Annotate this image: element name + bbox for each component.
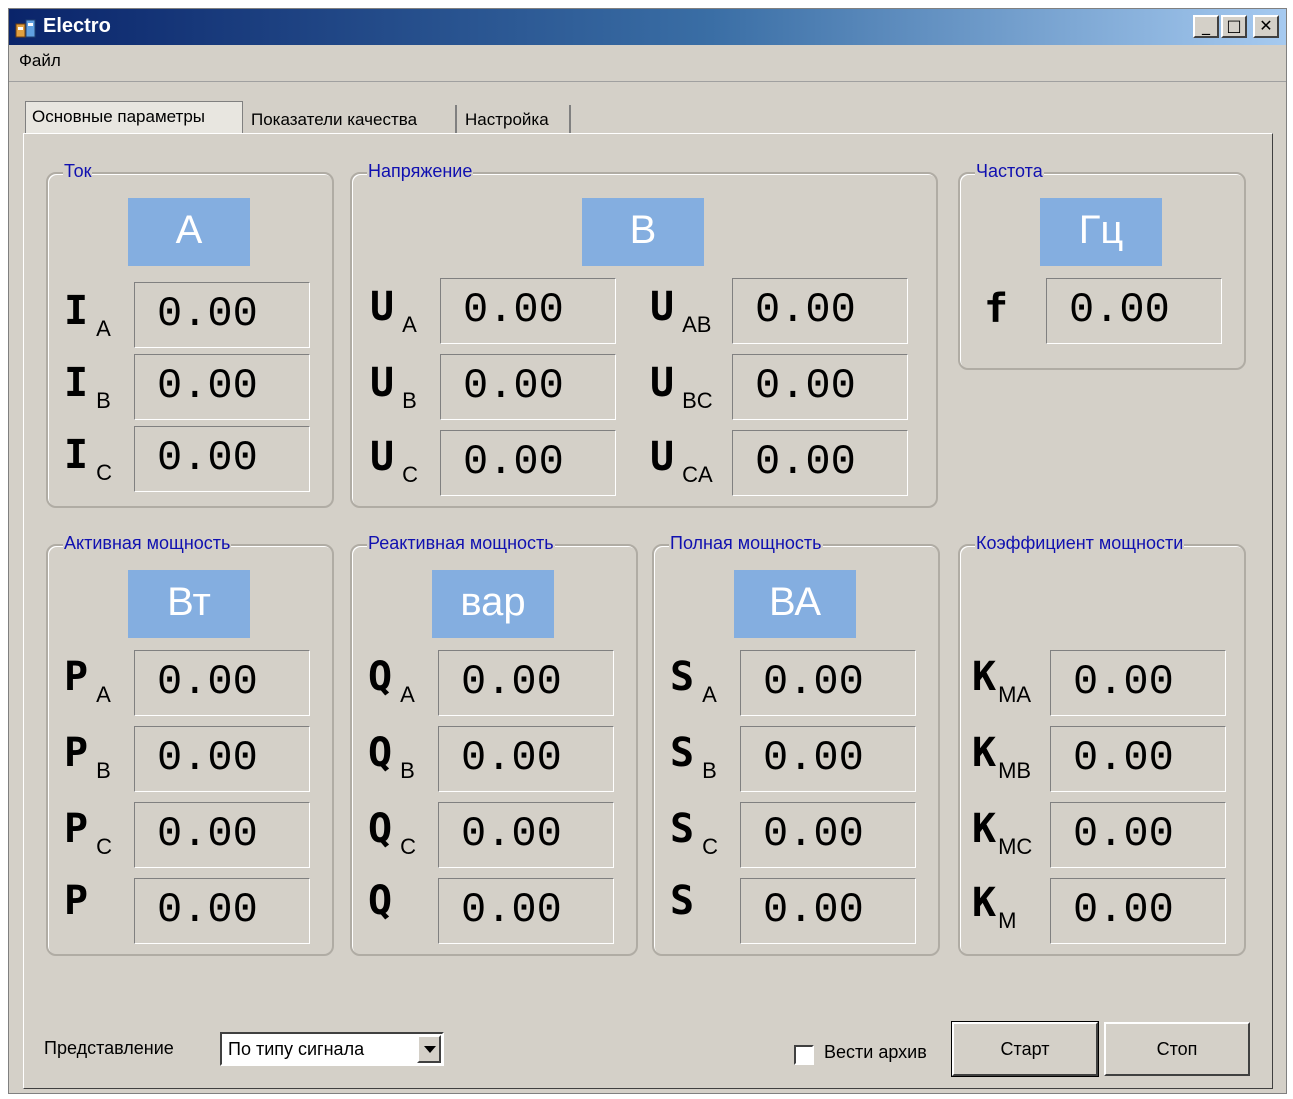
tab-page: Ток А IA 0.00 IB 0.00 IC 0.00 Напряжение…	[23, 133, 1273, 1089]
unit-label: вар	[432, 570, 554, 638]
group-current: Ток А IA 0.00 IB 0.00 IC 0.00	[46, 161, 334, 508]
tab-main-params[interactable]: Основные параметры	[25, 101, 243, 135]
group-title: Ток	[63, 161, 93, 182]
value-field: 0.00	[438, 726, 614, 792]
value-field: 0.00	[438, 650, 614, 716]
param-label: KM	[972, 880, 1017, 933]
value-field: 0.00	[1050, 878, 1226, 944]
value-field: 0.00	[134, 282, 310, 348]
archive-checkbox[interactable]	[794, 1045, 814, 1065]
param-label: Q	[368, 878, 393, 924]
value-field: 0.00	[134, 878, 310, 944]
param-label: S	[670, 878, 695, 924]
value-field: 0.00	[732, 430, 908, 496]
value-field: 0.00	[134, 354, 310, 420]
group-title: Коэффициент мощности	[975, 533, 1185, 554]
value-field: 0.00	[1046, 278, 1222, 344]
chevron-down-icon[interactable]	[417, 1035, 441, 1063]
param-label: UA	[370, 284, 417, 337]
value-field: 0.00	[134, 426, 310, 492]
param-label: PA	[64, 654, 111, 707]
archive-label: Вести архив	[824, 1042, 927, 1062]
start-button[interactable]: Старт	[951, 1021, 1099, 1077]
value-field: 0.00	[740, 802, 916, 868]
stop-button[interactable]: Стоп	[1104, 1022, 1250, 1076]
view-label: Представление	[44, 1038, 174, 1058]
value-field: 0.00	[740, 650, 916, 716]
value-field: 0.00	[732, 278, 908, 344]
tab-settings[interactable]: Настройка	[459, 105, 571, 133]
main-window: Electro _ □ ✕ Файл Основные параметры По…	[8, 8, 1287, 1094]
value-field: 0.00	[134, 802, 310, 868]
group-full-power: Полная мощность ВА SA 0.00 SB 0.00 SC 0.…	[652, 533, 940, 956]
window-title: Electro	[43, 15, 111, 37]
group-power-factor: Коэффициент мощности KMA 0.00 KMB 0.00 K…	[958, 533, 1246, 956]
group-title: Реактивная мощность	[367, 533, 555, 554]
param-label: U AB	[650, 284, 712, 337]
group-active-power: Активная мощность Вт PA 0.00 PB 0.00 PC …	[46, 533, 334, 956]
group-frequency: Частота Гц f 0.00	[958, 161, 1246, 370]
param-label: U CA	[650, 434, 713, 487]
param-label: SC	[670, 806, 718, 859]
value-field: 0.00	[732, 354, 908, 420]
value-field: 0.00	[440, 430, 616, 496]
unit-label: Гц	[1040, 198, 1162, 266]
group-title: Полная мощность	[669, 533, 823, 554]
value-field: 0.00	[440, 354, 616, 420]
value-field: 0.00	[134, 726, 310, 792]
unit-label: А	[128, 198, 250, 266]
param-label: UC	[370, 434, 418, 487]
minimize-button[interactable]: _	[1193, 15, 1219, 38]
param-label: SB	[670, 730, 717, 783]
param-label: KMC	[972, 806, 1033, 859]
param-label: QB	[368, 730, 415, 783]
unit-label: Вт	[128, 570, 250, 638]
unit-label: В	[582, 198, 704, 266]
value-field: 0.00	[740, 726, 916, 792]
maximize-icon: □	[1226, 16, 1242, 35]
param-label: QC	[368, 806, 416, 859]
unit-label: ВА	[734, 570, 856, 638]
title-bar: Electro _ □ ✕	[9, 9, 1286, 45]
value-field: 0.00	[438, 878, 614, 944]
param-label: KMA	[972, 654, 1032, 707]
value-field: 0.00	[134, 650, 310, 716]
value-field: 0.00	[1050, 650, 1226, 716]
app-icon	[15, 19, 36, 38]
param-label: IC	[64, 432, 112, 485]
param-label: SA	[670, 654, 717, 707]
view-select-value: По типу сигнала	[228, 1039, 365, 1059]
view-select[interactable]: По типу сигнала	[220, 1032, 444, 1066]
param-label: UB	[370, 360, 417, 413]
param-label: QA	[368, 654, 415, 707]
group-title: Частота	[975, 161, 1044, 182]
param-label: IB	[64, 360, 111, 413]
param-label: U BC	[650, 360, 713, 413]
value-field: 0.00	[1050, 802, 1226, 868]
group-title: Напряжение	[367, 161, 474, 182]
group-reactive-power: Реактивная мощность вар QA 0.00 QB 0.00 …	[350, 533, 638, 956]
param-label: PB	[64, 730, 111, 783]
close-button[interactable]: ✕	[1253, 15, 1279, 38]
value-field: 0.00	[1050, 726, 1226, 792]
maximize-button[interactable]: □	[1221, 15, 1247, 38]
value-field: 0.00	[740, 878, 916, 944]
param-label: PC	[64, 806, 112, 859]
minimize-icon: _	[1202, 16, 1210, 35]
param-label: KMB	[972, 730, 1032, 783]
group-voltage: Напряжение В UA 0.00 UB 0.00 UC 0.00 U AB…	[350, 161, 938, 508]
group-title: Активная мощность	[63, 533, 232, 554]
menu-file[interactable]: Файл	[19, 51, 61, 71]
param-label: f	[984, 286, 1009, 332]
value-field: 0.00	[440, 278, 616, 344]
menu-bar: Файл	[9, 45, 1286, 82]
value-field: 0.00	[438, 802, 614, 868]
param-label: IA	[64, 288, 111, 341]
tab-quality[interactable]: Показатели качества	[245, 105, 457, 133]
close-icon: ✕	[1259, 16, 1273, 35]
param-label: P	[64, 878, 89, 924]
